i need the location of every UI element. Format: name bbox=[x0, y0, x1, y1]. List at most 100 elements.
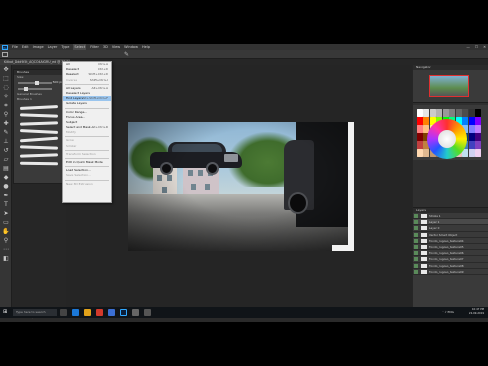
color-swatch[interactable] bbox=[475, 125, 481, 133]
stamp-tool-icon[interactable]: ⊥ bbox=[2, 138, 10, 146]
color-swatch[interactable] bbox=[417, 117, 423, 125]
color-swatch[interactable] bbox=[455, 109, 462, 117]
history-brush-tool-icon[interactable]: ↺ bbox=[2, 147, 10, 155]
color-swatch[interactable] bbox=[468, 109, 475, 117]
color-swatch[interactable] bbox=[417, 149, 423, 157]
path-select-tool-icon[interactable]: ➤ bbox=[2, 210, 10, 218]
shape-tool-icon[interactable]: ▭ bbox=[2, 219, 10, 227]
layer-visibility-icon[interactable] bbox=[414, 251, 418, 256]
brush-tool-icon[interactable]: ✎ bbox=[2, 129, 10, 137]
edge-icon[interactable] bbox=[72, 309, 79, 316]
airbrush-icon[interactable]: ✎ bbox=[124, 51, 131, 58]
app-icon[interactable] bbox=[132, 309, 139, 316]
layer-visibility-icon[interactable] bbox=[414, 257, 418, 262]
taskbar-search-input[interactable]: Type here to search bbox=[13, 309, 57, 316]
app-icon[interactable] bbox=[144, 309, 151, 316]
select-menu-item-label: Select and Mask... bbox=[66, 125, 94, 130]
gradient-tool-icon[interactable]: ▤ bbox=[2, 165, 10, 173]
blur-tool-icon[interactable]: ◆ bbox=[2, 174, 10, 182]
layer-visibility-icon[interactable] bbox=[414, 238, 418, 243]
color-swatch[interactable] bbox=[423, 109, 430, 117]
brush-preset-stroke[interactable] bbox=[19, 105, 59, 110]
brush-hardness-slider[interactable] bbox=[18, 86, 52, 91]
brush-preset-stroke[interactable] bbox=[19, 153, 59, 158]
move-tool-icon[interactable]: ✥ bbox=[2, 66, 10, 74]
hand-tool-icon[interactable]: ✋ bbox=[2, 228, 10, 236]
brush-preset-stroke[interactable] bbox=[19, 113, 59, 118]
tool-preset-icon[interactable] bbox=[2, 52, 8, 57]
dodge-tool-icon[interactable]: ● bbox=[2, 183, 10, 191]
color-swatch[interactable] bbox=[429, 109, 436, 117]
navigator-thumbnail[interactable] bbox=[429, 75, 469, 97]
layer-name: Vector Smart Object bbox=[429, 232, 458, 237]
color-swatch[interactable] bbox=[475, 133, 481, 141]
pen-tool-icon[interactable]: ✒ bbox=[2, 192, 10, 200]
color-swatch[interactable] bbox=[475, 149, 481, 157]
layer-visibility-icon[interactable] bbox=[414, 269, 418, 274]
color-swatch[interactable] bbox=[417, 125, 423, 133]
color-swatch[interactable] bbox=[468, 133, 475, 141]
color-swatch[interactable] bbox=[468, 149, 475, 157]
layer-visibility-icon[interactable] bbox=[414, 263, 418, 268]
brush-preset-stroke[interactable] bbox=[19, 129, 59, 134]
select-menu-item: New 3D Extrusion bbox=[63, 182, 111, 187]
color-swatch[interactable] bbox=[423, 149, 430, 157]
color-swatch[interactable] bbox=[417, 133, 423, 141]
document-canvas[interactable] bbox=[128, 122, 354, 251]
color-swatch[interactable] bbox=[468, 117, 475, 125]
brush-size-slider[interactable] bbox=[18, 80, 52, 85]
eyedropper-tool-icon[interactable]: ⚲ bbox=[2, 111, 10, 119]
color-swatch[interactable] bbox=[462, 117, 469, 125]
color-swatch[interactable] bbox=[417, 141, 423, 149]
lasso-tool-icon[interactable]: ◌ bbox=[2, 84, 10, 92]
task-view-icon[interactable] bbox=[60, 309, 67, 316]
color-swatch[interactable] bbox=[449, 109, 456, 117]
layer-visibility-icon[interactable] bbox=[414, 226, 418, 231]
layer-visibility-icon[interactable] bbox=[414, 214, 418, 218]
color-swatch[interactable] bbox=[417, 109, 423, 117]
type-tool-icon[interactable]: T bbox=[2, 201, 10, 209]
healing-tool-icon[interactable]: ✚ bbox=[2, 120, 10, 128]
layer-visibility-icon[interactable] bbox=[414, 220, 418, 225]
color-swatch[interactable] bbox=[475, 109, 481, 117]
color-swatch[interactable] bbox=[423, 117, 430, 125]
quick-select-tool-icon[interactable]: ✧ bbox=[2, 93, 10, 101]
brush-size-slider-knob[interactable] bbox=[34, 80, 39, 85]
brush-preset-stroke[interactable] bbox=[19, 121, 59, 126]
brush-preset-stroke[interactable] bbox=[19, 136, 59, 143]
color-wheel[interactable] bbox=[427, 119, 467, 159]
select-menu-item[interactable]: Edit in Quick Mask Mode bbox=[63, 160, 111, 165]
more-tools-icon[interactable]: ⋯ bbox=[2, 246, 10, 254]
brush-preset-stroke[interactable] bbox=[19, 145, 59, 150]
color-swatch[interactable] bbox=[462, 109, 469, 117]
clock[interactable]: 10:47 PM 22-09-2019 bbox=[469, 308, 484, 315]
menu-separator bbox=[65, 136, 109, 138]
color-swatch[interactable] bbox=[475, 141, 481, 149]
brush-preset-stroke[interactable] bbox=[19, 161, 59, 166]
layer-row[interactable]: Fondo_rugoso_textura09 bbox=[413, 269, 488, 275]
color-swatch[interactable] bbox=[475, 117, 481, 125]
select-menu-item[interactable]: Isolate Layers bbox=[63, 101, 111, 106]
canvas-workspace[interactable] bbox=[66, 65, 412, 313]
zoom-tool-icon[interactable]: ⚲ bbox=[2, 237, 10, 245]
layer-name: Fondo_rugoso_textura06 bbox=[429, 251, 464, 256]
color-swatch[interactable] bbox=[436, 109, 443, 117]
select-menu-item-shortcut: Shift+Ctrl+I bbox=[89, 77, 108, 82]
layer-visibility-icon[interactable] bbox=[414, 232, 418, 237]
crop-tool-icon[interactable]: ⌗ bbox=[2, 102, 10, 110]
marquee-tool-icon[interactable]: ⬚ bbox=[2, 75, 10, 83]
file-explorer-icon[interactable] bbox=[84, 309, 91, 316]
photoshop-taskbar-icon[interactable] bbox=[120, 309, 127, 316]
start-button[interactable]: ⊞ bbox=[3, 310, 9, 315]
system-tray-icons[interactable]: ˆ ♪ ENG bbox=[442, 310, 454, 315]
eraser-tool-icon[interactable]: ▱ bbox=[2, 156, 10, 164]
menu-separator bbox=[65, 158, 109, 159]
foreground-background-color-icon[interactable]: ◧ bbox=[2, 255, 10, 263]
store-icon[interactable] bbox=[108, 309, 115, 316]
color-swatch[interactable] bbox=[468, 141, 475, 149]
color-swatch[interactable] bbox=[442, 109, 449, 117]
color-swatch[interactable] bbox=[468, 125, 475, 133]
brush-hardness-slider-knob[interactable] bbox=[24, 86, 28, 91]
layer-visibility-icon[interactable] bbox=[414, 244, 418, 249]
chrome-icon[interactable] bbox=[96, 309, 103, 316]
